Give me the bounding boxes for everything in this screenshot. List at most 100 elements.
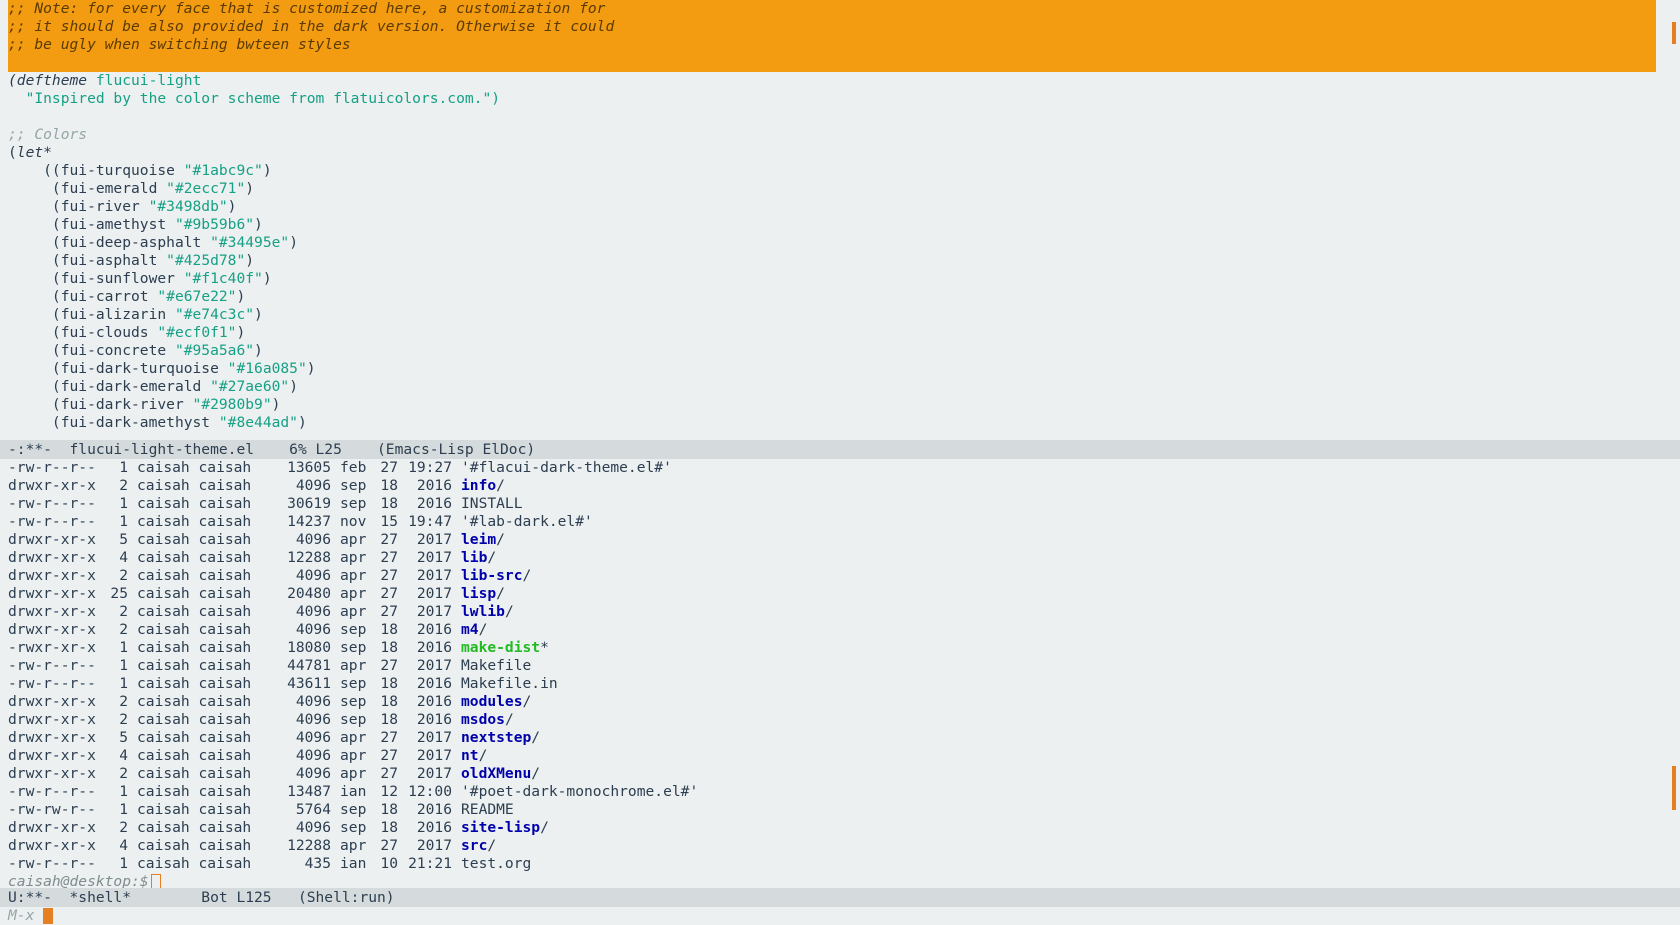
listing-perm: -rw-r--r--	[8, 855, 96, 872]
listing-month: apr	[340, 531, 367, 548]
editor-pane-theme-file[interactable]: (deftheme flucui-light "Inspired by the …	[0, 72, 1680, 440]
color-name: fui-amethyst	[60, 216, 167, 233]
listing-owner: caisah caisah	[137, 675, 252, 692]
listing-time: 2016	[416, 819, 452, 836]
listing-row: drwxr-xr-x 4 caisah caisah 12288 apr 27 2017 sr…	[0, 837, 1680, 855]
listing-filename[interactable]: nextstep	[461, 729, 531, 746]
listing-row: drwxr-xr-x 25 caisah caisah 20480 apr 27 2017 l…	[0, 585, 1680, 603]
listing-row: -rw-r--r-- 1 caisah caisah 44781 apr 27 2017 Ma…	[0, 657, 1680, 675]
color-name: fui-deep-asphalt	[60, 234, 202, 251]
listing-filename[interactable]: oldXMenu	[461, 765, 531, 782]
listing-time: 19:27	[408, 459, 452, 476]
color-value: "#2ecc71"	[166, 180, 246, 197]
listing-month: sep	[340, 621, 367, 638]
color-value: "#ecf0f1"	[157, 324, 237, 341]
listing-size: 4096	[295, 477, 331, 494]
listing-filename[interactable]: nt	[461, 747, 479, 764]
color-value: "#3498db"	[148, 198, 228, 215]
listing-filename[interactable]: leim	[461, 531, 496, 548]
modeline-shell[interactable]: U:**- *shell* Bot L125 (Shell:run)	[0, 888, 1680, 907]
color-definition-line: (fui-alizarin "#e74c3c")	[8, 306, 263, 323]
listing-filename[interactable]: lisp	[461, 585, 496, 602]
listing-suffix: /	[496, 585, 505, 602]
let-line: (let*	[8, 144, 52, 161]
listing-links: 1	[119, 801, 128, 818]
listing-month: sep	[340, 801, 367, 818]
listing-filename[interactable]: lib-src	[461, 567, 523, 584]
listing-owner: caisah caisah	[137, 819, 252, 836]
top-pane-scroll-indicator[interactable]	[1672, 22, 1676, 44]
listing-filename[interactable]: msdos	[461, 711, 505, 728]
listing-month: ian	[340, 855, 367, 872]
color-value: "#8e44ad"	[218, 414, 298, 431]
listing-owner: caisah caisah	[137, 531, 252, 548]
listing-time: 21:21	[408, 855, 452, 872]
shell-pane[interactable]: -rw-r--r-- 1 caisah caisah 13605 feb 27 19:27 '…	[0, 459, 1680, 889]
listing-filename[interactable]: m4	[461, 621, 479, 638]
listing-day: 27	[380, 585, 398, 602]
color-name: fui-sunflower	[60, 270, 175, 287]
listing-filename: '#lab-dark.el#'	[461, 513, 593, 530]
shell-scroll-indicator[interactable]	[1672, 766, 1676, 810]
listing-perm: drwxr-xr-x	[8, 567, 96, 584]
listing-filename: '#flacui-dark-theme.el#'	[461, 459, 672, 476]
listing-links: 1	[119, 459, 128, 476]
listing-links: 1	[119, 675, 128, 692]
listing-day: 18	[380, 639, 398, 656]
listing-size: 4096	[295, 603, 331, 620]
listing-links: 2	[119, 567, 128, 584]
color-value: "#34495e"	[210, 234, 290, 251]
listing-owner: caisah caisah	[137, 783, 252, 800]
listing-time: 2016	[416, 801, 452, 818]
color-name: fui-clouds	[60, 324, 149, 341]
listing-time: 2017	[416, 531, 452, 548]
listing-row: -rw-r--r-- 1 caisah caisah 14237 nov 15 19:47 '…	[0, 513, 1680, 531]
listing-row: -rw-r--r-- 1 caisah caisah 30619 sep 18 2016 IN…	[0, 495, 1680, 513]
listing-perm: drwxr-xr-x	[8, 747, 96, 764]
listing-day: 18	[380, 693, 398, 710]
listing-suffix: /	[522, 567, 532, 584]
listing-filename[interactable]: src	[461, 837, 487, 854]
listing-links: 2	[119, 477, 128, 494]
listing-filename: Makefile.in	[461, 675, 558, 692]
listing-time: 2016	[416, 693, 452, 710]
listing-owner: caisah caisah	[137, 747, 252, 764]
listing-links: 1	[119, 495, 128, 512]
listing-filename[interactable]: lwlib	[461, 603, 505, 620]
listing-perm: -rw-r--r--	[8, 495, 96, 512]
listing-day: 27	[380, 603, 398, 620]
listing-row: drwxr-xr-x 2 caisah caisah 4096 sep 18 2016 sit…	[0, 819, 1680, 837]
color-name: fui-dark-emerald	[60, 378, 202, 395]
listing-time: 2017	[416, 765, 452, 782]
listing-month: sep	[340, 675, 367, 692]
listing-suffix: /	[522, 693, 532, 710]
listing-size: 43611	[287, 675, 331, 692]
deftheme-keyword: (deftheme	[8, 72, 88, 89]
minibuffer-cursor	[43, 908, 54, 924]
shell-prompt-line[interactable]: caisah@desktop:$	[0, 873, 1680, 889]
color-definition-line: (fui-dark-emerald "#27ae60")	[8, 378, 298, 395]
listing-filename[interactable]: lib	[461, 549, 487, 566]
listing-row: -rw-r--r-- 1 caisah caisah 435 ian 10 21:21 tes…	[0, 855, 1680, 873]
listing-filename[interactable]: make-dist	[461, 639, 540, 656]
listing-filename[interactable]: info	[461, 477, 496, 494]
listing-links: 1	[119, 855, 128, 872]
color-definition-line: (fui-carrot "#e67e22")	[8, 288, 246, 305]
color-value: "#1abc9c"	[183, 162, 263, 179]
listing-links: 2	[119, 711, 128, 728]
listing-filename[interactable]: modules	[461, 693, 523, 710]
listing-size: 12288	[287, 837, 331, 854]
modeline-theme-file[interactable]: -:**- flucui-light-theme.el 6% L25 (Emac…	[0, 440, 1680, 459]
listing-owner: caisah caisah	[137, 567, 252, 584]
listing-row: drwxr-xr-x 2 caisah caisah 4096 sep 18 2016 mod…	[0, 693, 1680, 711]
listing-row: -rw-rw-r-- 1 caisah caisah 5764 sep 18 2016 REA…	[0, 801, 1680, 819]
listing-perm: drwxr-xr-x	[8, 711, 96, 728]
color-value: "#e67e22"	[157, 288, 237, 305]
listing-owner: caisah caisah	[137, 765, 252, 782]
color-name: fui-concrete	[60, 342, 167, 359]
minibuffer[interactable]: M-x	[0, 906, 1680, 925]
listing-day: 27	[380, 531, 398, 548]
listing-links: 2	[119, 765, 128, 782]
listing-owner: caisah caisah	[137, 549, 252, 566]
listing-filename[interactable]: site-lisp	[461, 819, 540, 836]
